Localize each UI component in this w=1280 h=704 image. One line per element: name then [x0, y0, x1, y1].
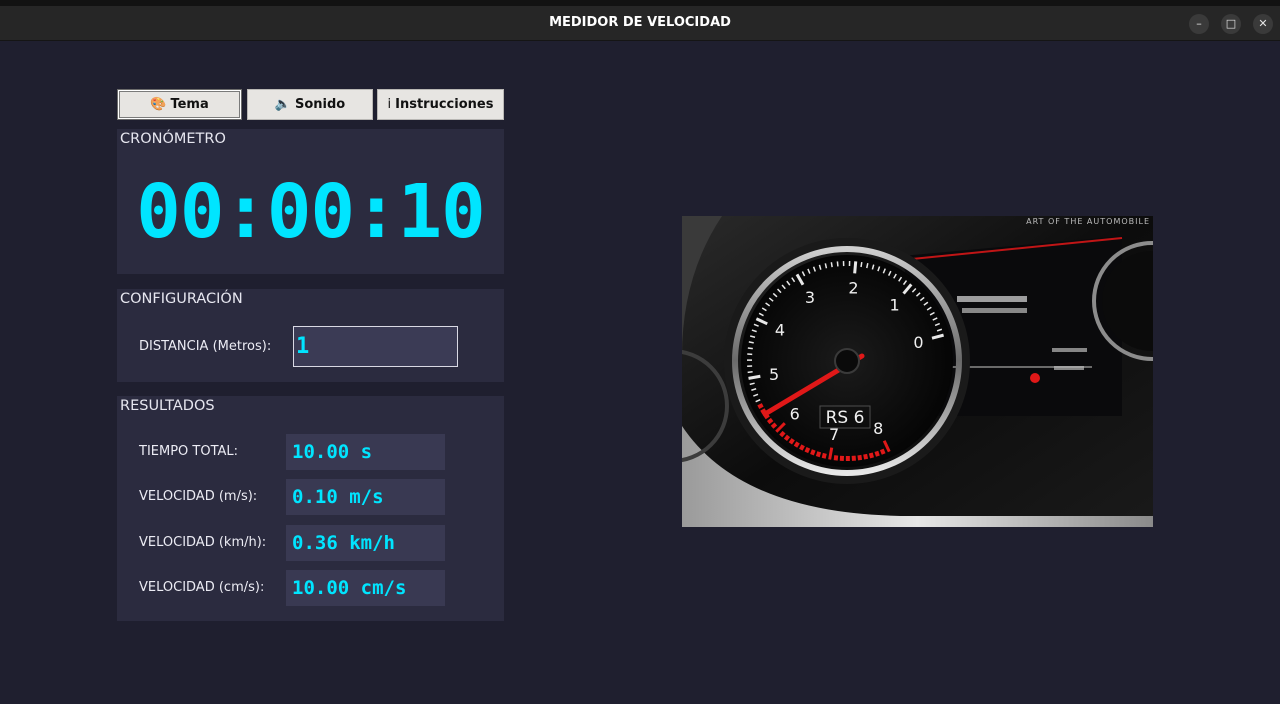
- configuracion-panel: CONFIGURACIÓN DISTANCIA (Metros): 1: [117, 289, 504, 382]
- resultados-panel: RESULTADOS TIEMPO TOTAL: 10.00 s VELOCID…: [117, 396, 504, 621]
- gauge-tick: [779, 430, 786, 438]
- gauge-tick: [857, 454, 863, 461]
- window-title: MEDIDOR DE VELOCIDAD: [549, 15, 731, 30]
- velocidad-kmh-value: 0.36 km/h: [286, 525, 445, 561]
- gauge-number: 1: [889, 295, 899, 314]
- speaker-icon: 🔈: [274, 97, 291, 112]
- sonido-label: Sonido: [294, 97, 346, 112]
- configuracion-title: CONFIGURACIÓN: [120, 291, 243, 307]
- distance-label: DISTANCIA (Metros):: [139, 339, 272, 354]
- gauge-tick: [748, 341, 754, 344]
- title-bar[interactable]: MEDIDOR DE VELOCIDAD – □ ✕: [0, 6, 1280, 41]
- gauge-number: 5: [769, 365, 779, 384]
- gauge-tick: [863, 453, 869, 460]
- info-icon: i: [387, 97, 392, 112]
- sonido-button[interactable]: 🔈 Sonido: [247, 89, 373, 120]
- resultados-title: RESULTADOS: [120, 398, 215, 414]
- tiempo-total-value: 10.00 s: [286, 434, 445, 470]
- close-button[interactable]: ✕: [1253, 14, 1273, 34]
- velocidad-cms-label: VELOCIDAD (cm/s):: [139, 580, 265, 595]
- speedometer-image: 012345678 RS 6 ART OF THE AUTOMOBILE: [682, 216, 1153, 527]
- tema-label: Tema: [170, 97, 209, 112]
- instrucciones-button[interactable]: i Instrucciones: [377, 89, 504, 120]
- velocidad-kmh-label: VELOCIDAD (km/h):: [139, 535, 267, 550]
- gauge-tick: [810, 449, 816, 456]
- image-watermark: ART OF THE AUTOMOBILE: [1026, 217, 1150, 226]
- gauge-tick: [804, 446, 811, 454]
- instrucciones-label: Instrucciones: [395, 97, 494, 112]
- distance-input[interactable]: 1: [293, 326, 458, 367]
- gauge-tick: [833, 455, 839, 461]
- velocidad-cms-value: 10.00 cm/s: [286, 570, 445, 606]
- gauge-tick: [799, 444, 805, 451]
- gauge-tick: [788, 438, 795, 445]
- gauge-number: 8: [873, 419, 883, 438]
- gauge-tick: [815, 451, 822, 458]
- cronometro-panel: CRONÓMETRO 00:00:10: [117, 129, 504, 274]
- rs6-badge: RS 6: [826, 408, 865, 428]
- gauge-number: 0: [913, 333, 923, 352]
- gauge-tick: [821, 452, 827, 459]
- gauge-number: 2: [848, 278, 858, 297]
- gauge-tick: [747, 347, 753, 350]
- palette-icon: 🎨: [150, 97, 167, 112]
- gauge-tick: [770, 422, 778, 429]
- gauge-tick: [860, 261, 863, 268]
- gauge-tick: [824, 263, 828, 269]
- gauge-tick: [853, 261, 858, 274]
- gauge-tick: [830, 262, 833, 268]
- maximize-button[interactable]: □: [1221, 14, 1241, 34]
- gauge-tick: [874, 450, 880, 457]
- velocidad-ms-label: VELOCIDAD (m/s):: [139, 489, 258, 504]
- gauge-number: 6: [790, 404, 800, 423]
- gauge-tick: [793, 441, 800, 448]
- velocidad-ms-value: 0.10 m/s: [286, 479, 445, 515]
- gauge-tick: [747, 371, 753, 374]
- gauge-tick: [866, 263, 869, 269]
- gauge-tick: [766, 417, 774, 425]
- gauge-tick: [757, 403, 764, 409]
- gauge-tick: [879, 448, 886, 455]
- gauge-number: 4: [775, 321, 785, 340]
- tiempo-total-label: TIEMPO TOTAL:: [139, 444, 239, 459]
- gauge-number: 3: [805, 288, 815, 307]
- minimize-button[interactable]: –: [1189, 14, 1209, 34]
- cronometro-title: CRONÓMETRO: [120, 131, 226, 147]
- gauge-tick: [828, 447, 834, 460]
- stopwatch-display: 00:00:10: [136, 169, 485, 255]
- gauge-tick: [868, 452, 874, 459]
- gauge-tick: [748, 374, 761, 380]
- tema-button[interactable]: 🎨 Tema: [117, 89, 242, 120]
- gauge-tick: [783, 434, 791, 442]
